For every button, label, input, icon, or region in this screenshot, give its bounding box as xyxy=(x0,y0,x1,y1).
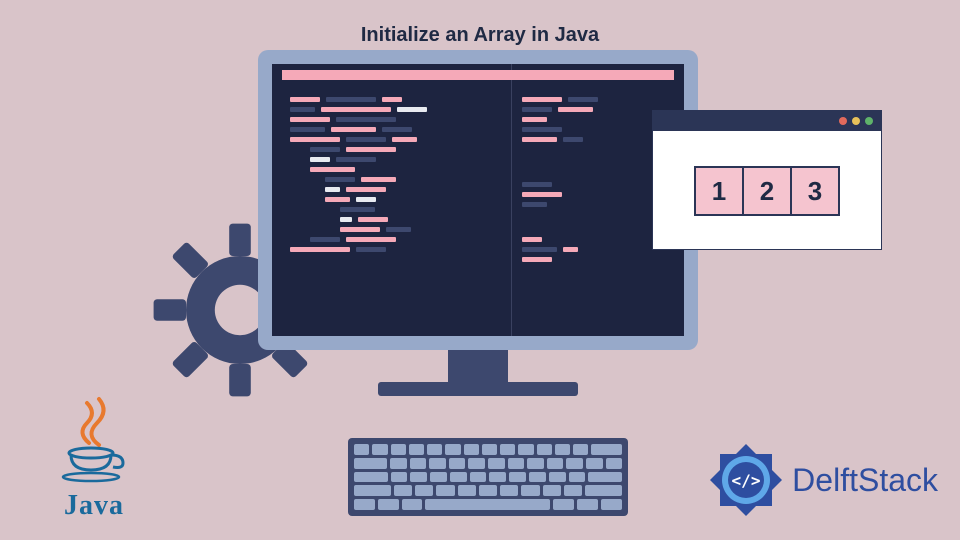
svg-text:</>: </> xyxy=(732,471,761,490)
window-dot-red xyxy=(839,117,847,125)
monitor-stand-neck xyxy=(448,350,508,384)
array-cell: 3 xyxy=(790,166,840,216)
page-title: Initialize an Array in Java xyxy=(0,24,960,47)
delftstack-logo-text: DelftStack xyxy=(792,462,938,499)
delftstack-logo: </> DelftStack xyxy=(706,440,938,520)
java-logo: Java xyxy=(34,395,154,522)
monitor-frame xyxy=(258,50,698,350)
window-dot-green xyxy=(865,117,873,125)
code-pane-left xyxy=(272,64,511,336)
monitor-stand-base xyxy=(378,382,578,396)
java-cup-icon xyxy=(59,395,129,485)
screen-titlebar xyxy=(282,70,674,80)
array-cell: 2 xyxy=(742,166,792,216)
popup-titlebar xyxy=(653,111,881,131)
monitor-illustration xyxy=(258,50,698,390)
array-cell: 1 xyxy=(694,166,744,216)
array-popup-window: 1 2 3 xyxy=(652,110,882,250)
monitor-screen xyxy=(272,64,684,336)
window-dot-yellow xyxy=(852,117,860,125)
keyboard-illustration xyxy=(348,438,628,516)
java-logo-text: Java xyxy=(34,490,154,522)
delftstack-icon: </> xyxy=(706,440,786,520)
array-cells: 1 2 3 xyxy=(653,131,881,251)
